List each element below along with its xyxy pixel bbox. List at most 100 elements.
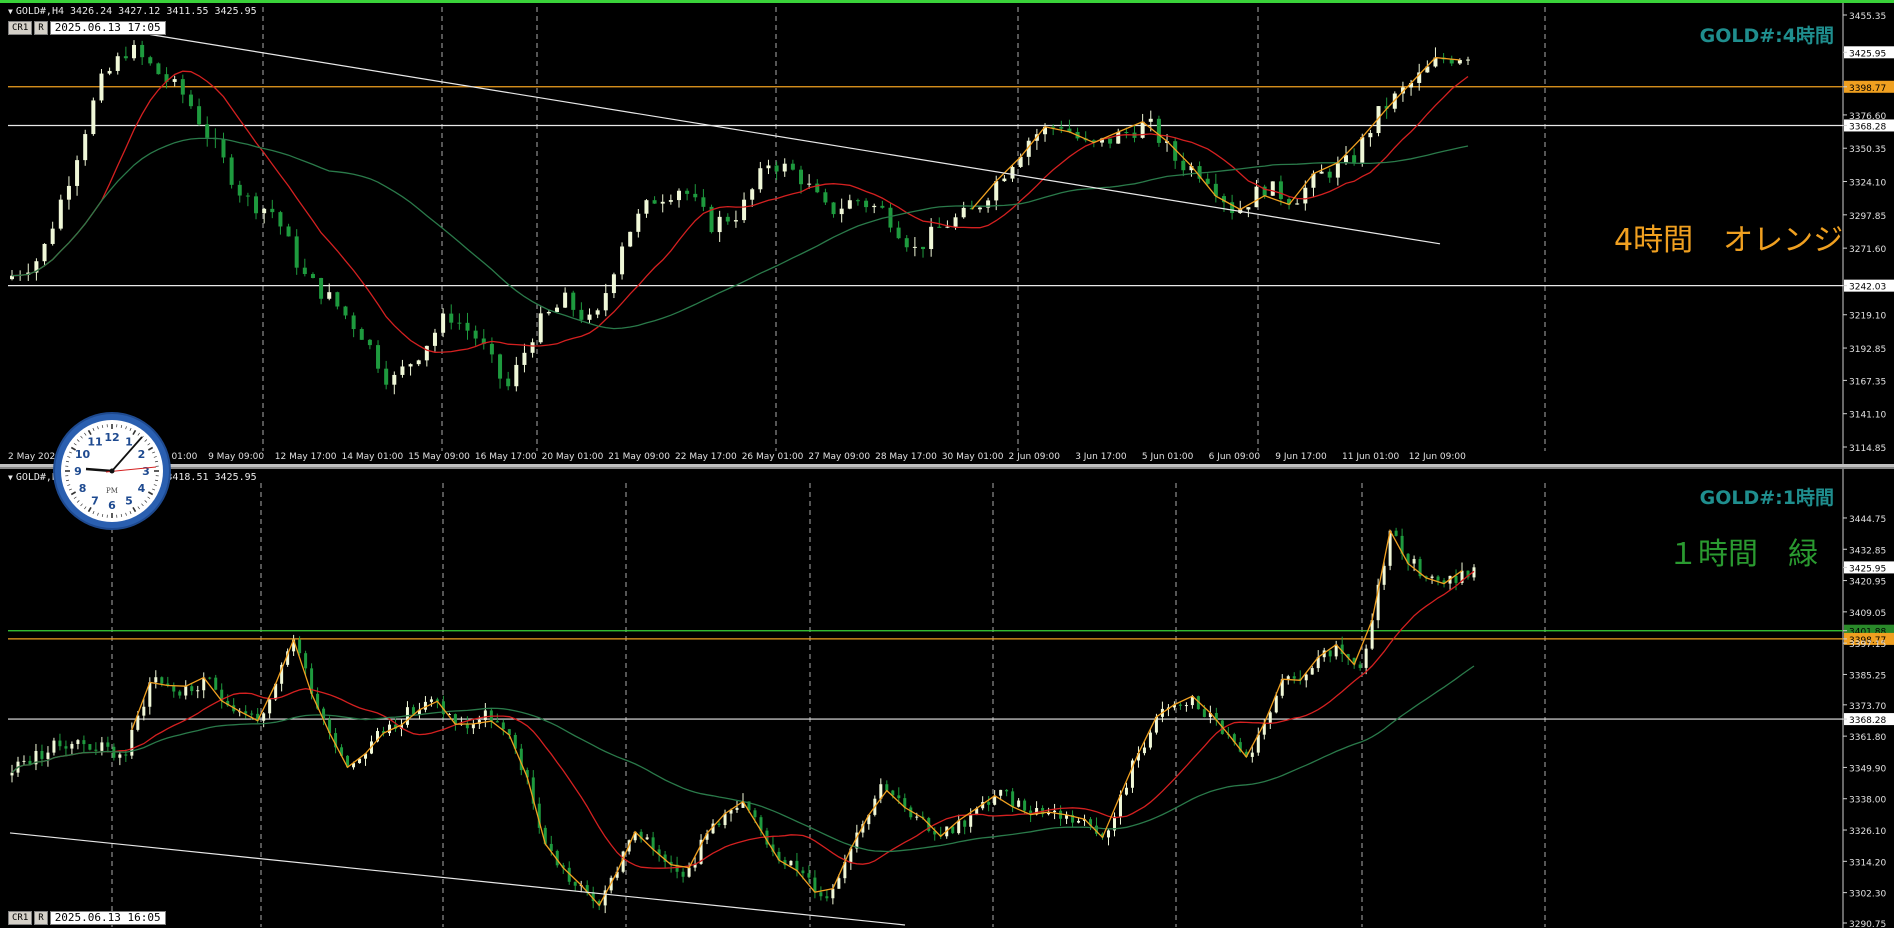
clock-tick [68,488,72,491]
clock-number: 6 [108,499,116,512]
candle-body [142,706,146,716]
candle-body [1011,791,1015,807]
candle-body [106,742,110,747]
clock-tick [97,426,99,430]
candle-body [483,710,487,721]
price-axis-label: 3397.15 [1849,640,1886,650]
time-axis-label: 5 Jun 01:00 [1142,452,1194,462]
candle-body [506,378,511,387]
candle-body [1010,166,1015,179]
r-label[interactable]: R [34,911,48,925]
clock-tick [87,429,92,436]
candle-body [676,190,681,201]
candle-body [681,871,685,877]
candle-body [1295,203,1300,205]
candle-body [546,311,551,314]
candle-body [416,360,421,365]
price-axis-label: 3290.75 [1849,920,1886,928]
candle-body [501,722,505,730]
candle-body [335,292,340,307]
candle-body [801,870,805,874]
candle-body [50,228,55,244]
candle-body [1436,576,1440,581]
candle-body [937,226,942,228]
cr-label[interactable]: CR1 [8,911,33,925]
candle-body [831,202,836,215]
candle-body [304,653,308,669]
candle-body [717,823,721,826]
clock-number: 3 [142,465,150,478]
candle-body [250,713,254,715]
candle-body [1328,650,1332,657]
candle-body [75,160,80,186]
r-label[interactable]: R [34,21,48,35]
candle-body [489,343,494,355]
price-axis-label: 3219.10 [1849,312,1886,322]
candle-body [1412,559,1416,564]
clock-tick [129,427,132,431]
price-axis-label: 3141.10 [1849,411,1886,421]
candle-body [495,721,499,723]
candle-body [160,677,164,684]
h4-chart-canvas[interactable]: 3455.353425.953398.773376.603368.283350.… [0,3,1894,464]
analog-clock-widget[interactable]: 12 1 2 3 4 5 6 7 8 9 10 11 PM [55,414,169,528]
candle-body [1270,181,1275,196]
h1-chart-canvas[interactable]: 3444.753432.853425.953420.953409.053401.… [0,469,1894,928]
clock-tick [70,491,77,496]
time-axis-label: 28 May 17:00 [875,452,937,462]
candle-body [953,217,958,227]
candle-body [400,366,405,375]
candle-body [465,322,470,331]
candle-body [310,274,315,278]
candle-body [123,56,128,59]
clock-tick [101,424,104,429]
time-axis-label: 26 May 01:00 [742,452,804,462]
price-axis-label: 3167.35 [1849,377,1886,387]
chart-panel-h4[interactable]: 3455.35 3425.95 3398.77 3376.60 3368.28 3350.… [0,0,1894,464]
candle-body [799,169,804,185]
clock-tick [152,451,156,454]
candle-body [823,192,828,203]
candle-body [766,165,771,169]
candle-body [94,749,98,751]
clock-number: 5 [125,494,133,507]
clock-tick [76,439,80,442]
candle-body [1335,162,1340,178]
candle-body [837,878,841,889]
clock-tick [67,456,71,458]
candle-body [1205,178,1210,184]
clock-tick [120,424,123,429]
candle-body [387,724,391,734]
candle-body [563,292,568,308]
clock-tick [84,506,87,510]
h4-info-text: GOLD#,H4 3426.24 3427.12 3411.55 3425.95 [15,6,257,17]
cr-label[interactable]: CR1 [8,21,33,35]
chart-panel-h1[interactable]: 3444.75 3432.85 3425.95 3420.95 3409.05 3401.… [0,467,1894,928]
clock-tick [154,460,159,463]
h4-datetime: 2025.06.13 17:05 [49,21,166,35]
h4-info-header: ▼ GOLD#,H4 3426.24 3427.12 3411.55 3425.9… [8,6,257,17]
clock-tick [147,496,151,499]
clock-tick [153,484,157,486]
candle-body [701,197,706,207]
candle-body [1124,132,1129,134]
collapse-triangle-icon[interactable]: ▼ [8,473,13,482]
clock-number: 7 [91,494,99,507]
candle-body [1116,132,1121,144]
candle-body [1370,620,1374,649]
candle-body [795,860,799,871]
candle-body [782,163,787,172]
candle-body [429,699,433,702]
candle-body [847,200,852,209]
candle-body [1449,59,1454,64]
collapse-triangle-icon[interactable]: ▼ [8,7,13,16]
candle-body [1181,160,1186,171]
candle-body [1140,121,1145,138]
candle-body [1430,576,1434,578]
candle-body [685,190,690,194]
candle-body [205,124,210,138]
candle-body [1246,207,1251,210]
candle-body [742,199,747,221]
candle-body [620,246,625,275]
candle-body [1178,704,1182,706]
